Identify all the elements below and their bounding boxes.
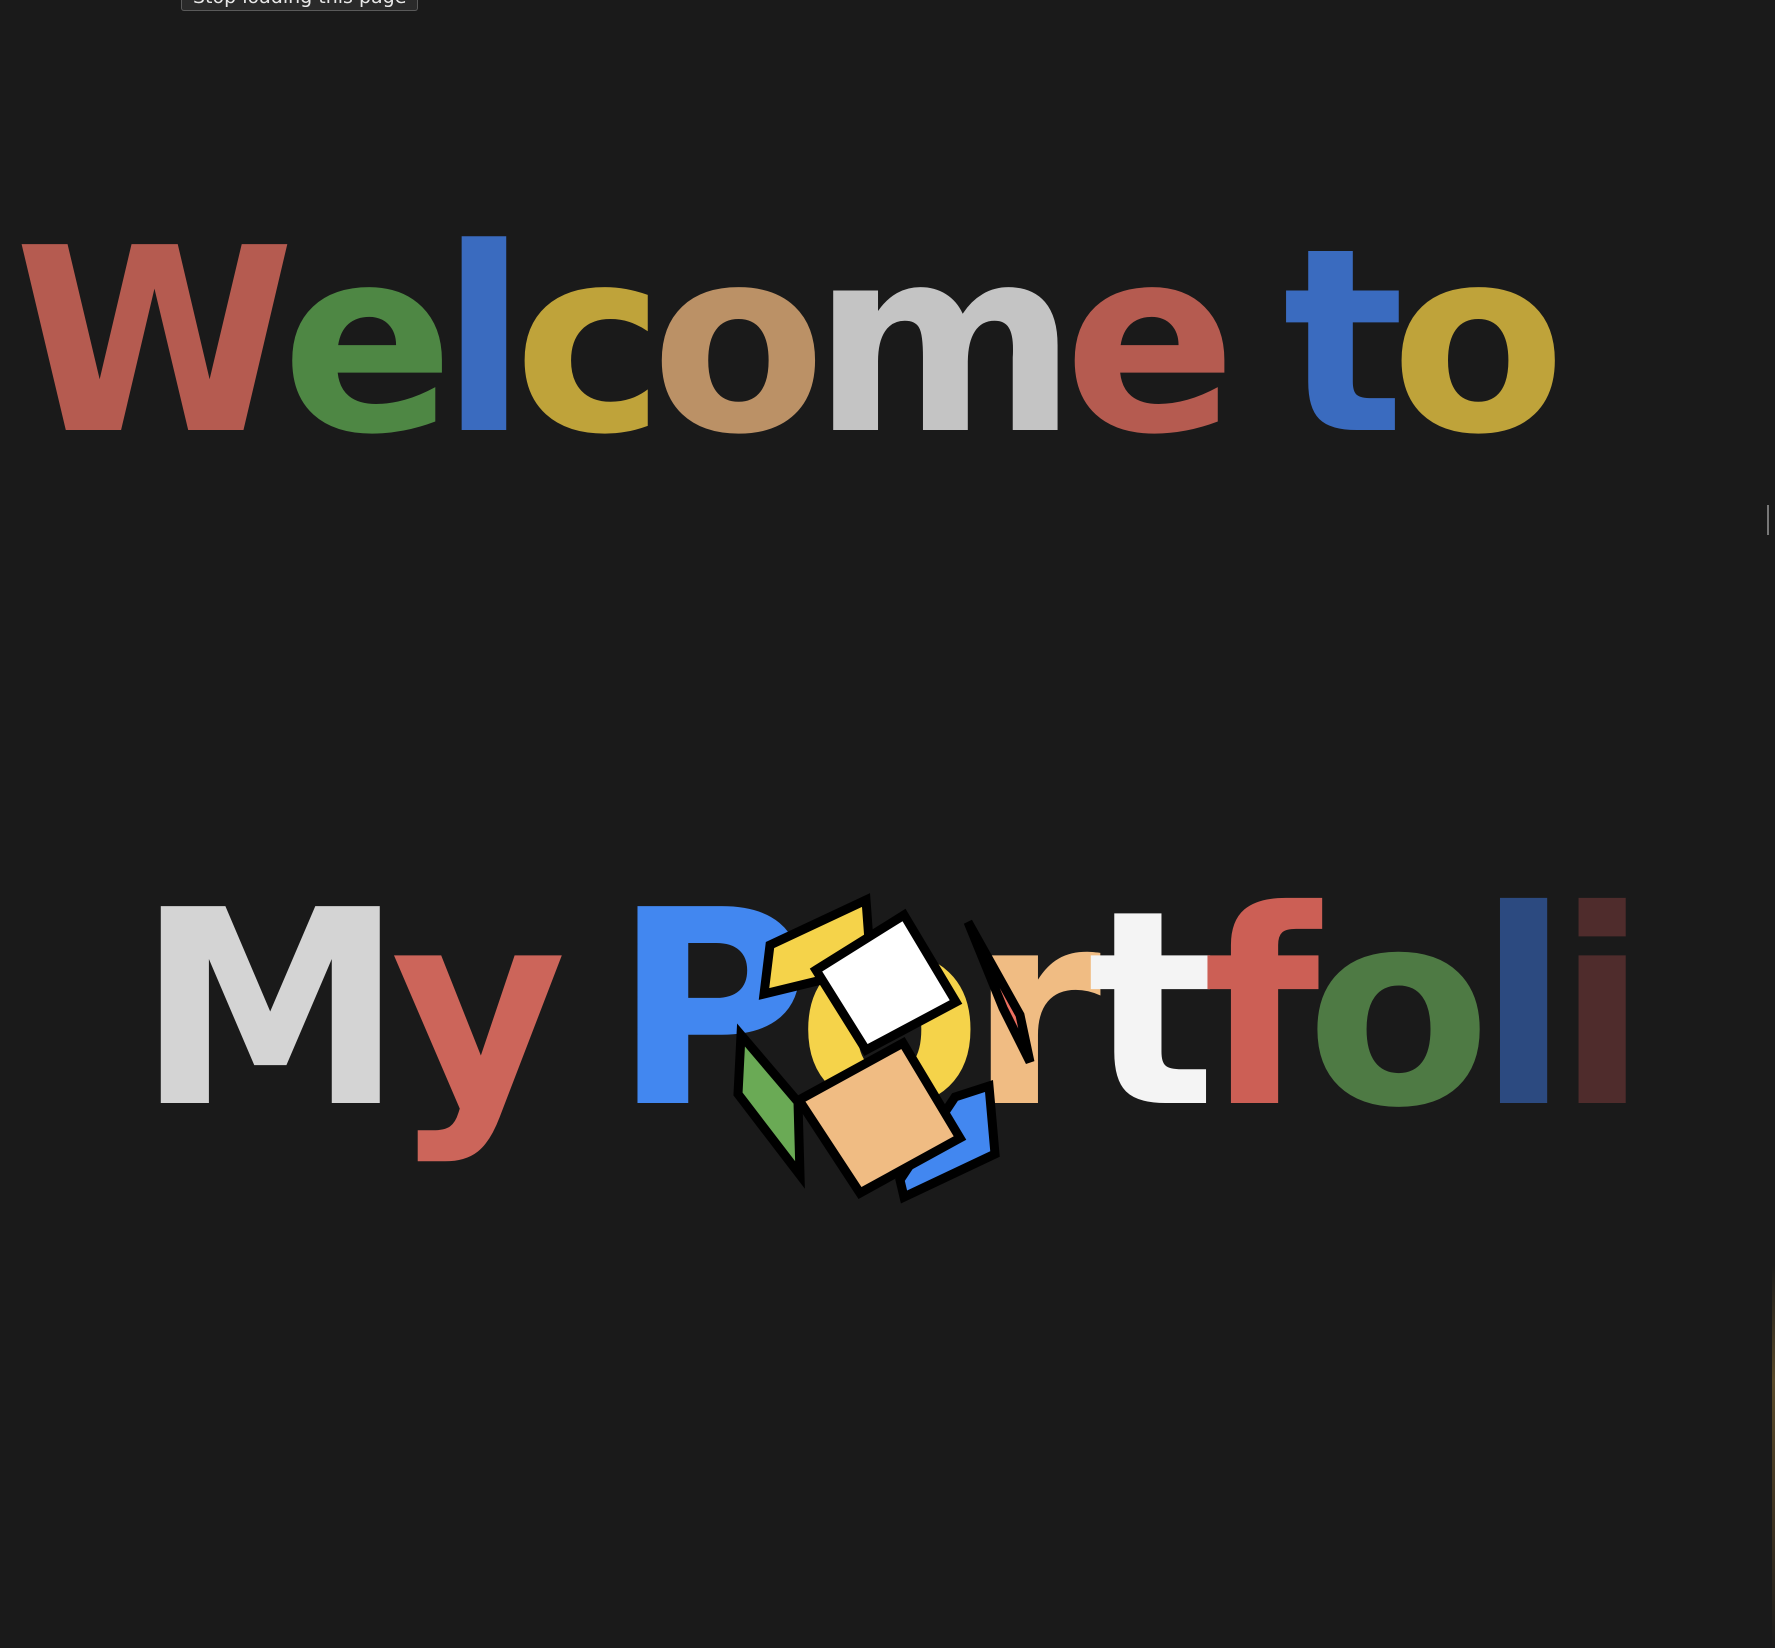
- logo-green-piece: [733, 1023, 805, 1189]
- portfolio-page: Stop loading this page Welcome to My Por…: [0, 0, 1775, 1648]
- logo-red-piece: [963, 919, 1035, 1065]
- spinning-logo-icon: [733, 893, 1035, 1204]
- window-edge-resize-handle[interactable]: [1767, 505, 1775, 535]
